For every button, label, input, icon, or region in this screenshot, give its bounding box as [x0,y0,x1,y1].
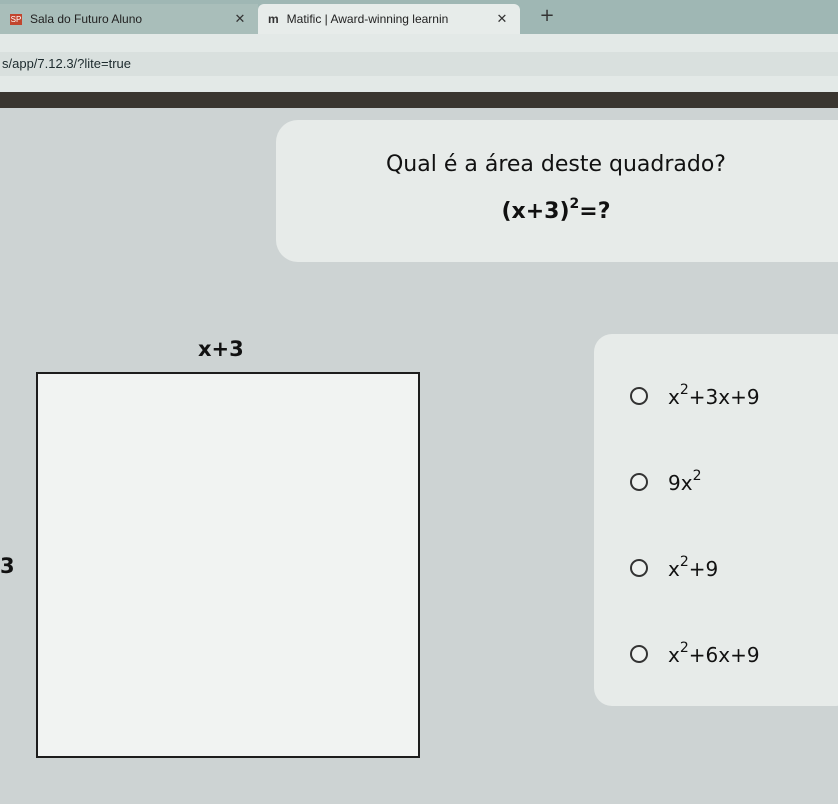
option-label: x2+3x+9 [668,382,760,409]
tab-matific[interactable]: m Matific | Award-winning learnin ✕ [258,4,520,34]
question-title: Qual é a área deste quadrado? [385,152,726,177]
square-side-label-left: 3 [0,554,15,578]
question-card: Qual é a área deste quadrado? (x+3)2=? [276,120,838,262]
radio-button[interactable] [630,644,648,663]
tab-title: Matific | Award-winning learnin [286,12,449,26]
square-figure [36,372,420,758]
answer-options-card: x2+3x+9 9x2 x2+9 x2+6x+9 [594,334,838,706]
option-base: x [668,557,680,581]
close-icon[interactable]: ✕ [232,11,248,27]
option-rest: +9 [688,557,719,581]
page-top-border [0,92,838,108]
new-tab-plus-icon[interactable]: + [534,4,560,30]
square-side-label-top: x+3 [198,337,244,361]
option-exponent: 2 [692,468,702,484]
answer-option-4[interactable]: x2+6x+9 [630,640,760,667]
expression-tail: =? [579,199,611,224]
answer-option-2[interactable]: 9x2 [630,468,701,495]
answer-option-1[interactable]: x2+3x+9 [630,382,760,409]
option-rest: +6x+9 [688,643,760,667]
sala-favicon-icon: SP [10,13,22,25]
radio-button[interactable] [630,386,648,405]
tab-bar: SP Sala do Futuro Aluno ✕ m Matific | Aw… [0,0,838,34]
option-rest: +3x+9 [688,385,760,409]
option-base: 9x [668,471,693,495]
option-label: x2+9 [668,554,718,581]
tab-sala-do-futuro[interactable]: SP Sala do Futuro Aluno ✕ [0,4,258,34]
tab-title: Sala do Futuro Aluno [30,12,143,26]
expression-base: (x+3) [501,199,570,224]
radio-button[interactable] [630,558,648,577]
option-exponent: 2 [679,382,689,398]
option-base: x [668,385,680,409]
expression-exponent: 2 [569,196,580,212]
question-expression: (x+3)2=? [276,196,836,224]
matific-favicon-icon: m [268,12,279,26]
radio-button[interactable] [630,472,648,491]
option-label: x2+6x+9 [668,640,760,667]
close-icon[interactable]: ✕ [494,11,510,27]
url-field[interactable]: s/app/7.12.3/?lite=true [0,52,838,76]
option-exponent: 2 [679,554,689,570]
answer-option-3[interactable]: x2+9 [630,554,718,581]
option-base: x [668,643,680,667]
option-label: 9x2 [668,468,701,495]
option-exponent: 2 [679,640,689,656]
